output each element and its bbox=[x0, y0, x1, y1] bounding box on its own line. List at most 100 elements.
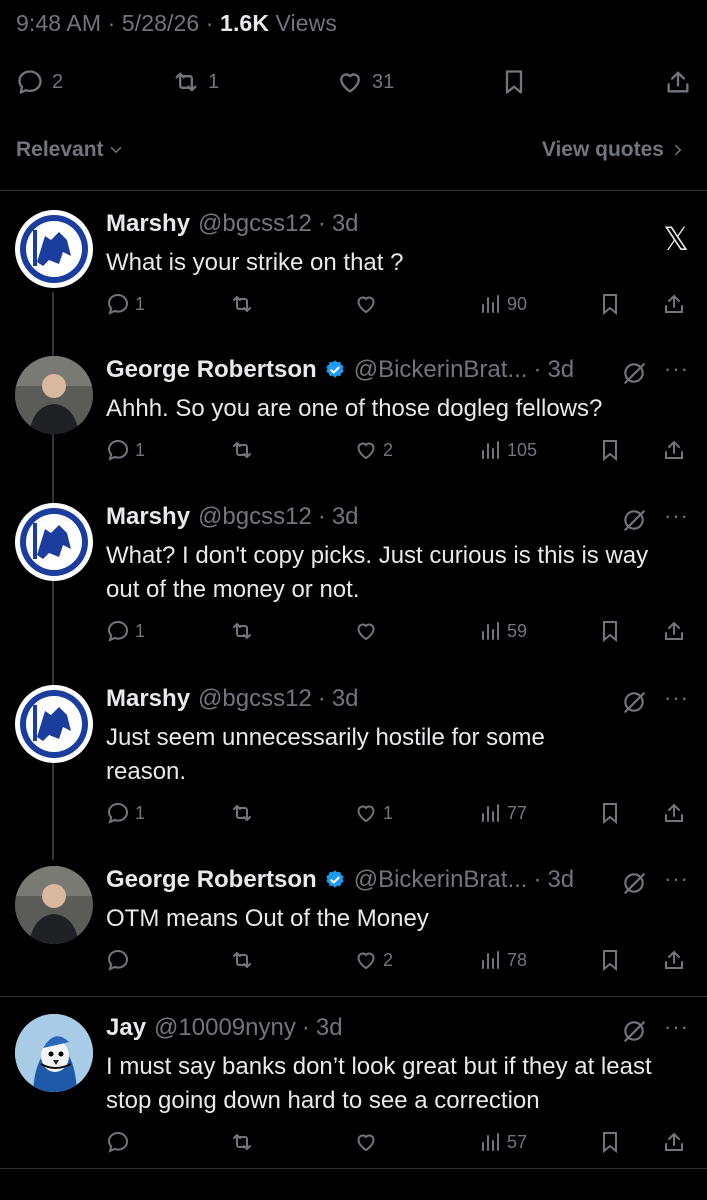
bookmark-button[interactable] bbox=[500, 62, 528, 102]
reply-text: I must say banks don’t look great but if… bbox=[106, 1053, 652, 1114]
view-count: 59 bbox=[507, 620, 528, 641]
like-button[interactable]: 1 bbox=[354, 797, 393, 829]
repost-button[interactable]: 1 bbox=[172, 62, 219, 102]
more-options-icon[interactable]: ··· bbox=[664, 356, 689, 382]
bookmark-button[interactable] bbox=[598, 944, 622, 976]
blue-jay-bird-icon bbox=[15, 1014, 93, 1092]
repost-button[interactable] bbox=[230, 434, 259, 466]
heart-icon bbox=[357, 952, 375, 970]
like-button[interactable]: 2 bbox=[354, 944, 393, 976]
reply-button[interactable]: 1 bbox=[106, 434, 145, 466]
grok-icon[interactable] bbox=[621, 507, 647, 533]
more-options-icon[interactable]: ··· bbox=[664, 503, 689, 529]
reply-icon bbox=[107, 620, 129, 642]
reply-icon bbox=[107, 293, 129, 315]
share-button[interactable] bbox=[664, 62, 692, 102]
like-button[interactable] bbox=[354, 288, 383, 320]
views-button[interactable]: 59 bbox=[478, 615, 527, 647]
reply-action-bar: 1 59 bbox=[106, 615, 696, 647]
reply-button[interactable] bbox=[106, 1126, 135, 1158]
user-handle[interactable]: @10009nyny bbox=[154, 1014, 296, 1042]
share-button[interactable] bbox=[662, 944, 686, 976]
sort-dropdown[interactable]: Relevant bbox=[16, 138, 125, 162]
like-button[interactable]: 31 bbox=[336, 62, 394, 102]
repost-button[interactable] bbox=[230, 797, 259, 829]
display-name[interactable]: George Robertson bbox=[106, 356, 317, 384]
reply-button[interactable]: 1 bbox=[106, 615, 145, 647]
grok-icon[interactable] bbox=[621, 689, 647, 715]
grok-icon[interactable] bbox=[621, 360, 647, 386]
more-options-icon[interactable]: ··· bbox=[664, 1014, 689, 1040]
avatar[interactable] bbox=[15, 1014, 93, 1092]
reply-action-bar: 2 78 bbox=[106, 944, 696, 976]
views-button[interactable]: 78 bbox=[478, 944, 527, 976]
avatar[interactable] bbox=[15, 356, 93, 434]
display-name[interactable]: Marshy bbox=[106, 503, 190, 531]
repost-button[interactable] bbox=[230, 615, 259, 647]
user-handle[interactable]: @bgcss12 bbox=[198, 503, 312, 531]
heart-icon bbox=[357, 623, 375, 641]
chelsea-crest-icon bbox=[20, 690, 88, 758]
bookmark-button[interactable] bbox=[598, 797, 622, 829]
view-count: 78 bbox=[507, 949, 528, 970]
views-button[interactable]: 90 bbox=[478, 288, 527, 320]
avatar[interactable] bbox=[15, 685, 93, 763]
user-handle[interactable]: @bgcss12 bbox=[198, 685, 312, 713]
user-handle[interactable]: @BickerinBrat... bbox=[354, 866, 528, 894]
views-button[interactable]: 57 bbox=[478, 1126, 527, 1158]
reply-text: What is your strike on that ? bbox=[106, 249, 404, 276]
share-icon bbox=[665, 621, 683, 640]
reply-button[interactable]: 2 bbox=[16, 62, 63, 102]
like-button[interactable]: 2 bbox=[354, 434, 393, 466]
display-name[interactable]: Jay bbox=[106, 1014, 146, 1042]
display-name[interactable]: George Robertson bbox=[106, 866, 317, 894]
share-button[interactable] bbox=[662, 615, 686, 647]
like-count: 1 bbox=[383, 802, 394, 823]
section-divider bbox=[0, 996, 707, 997]
repost-button[interactable] bbox=[230, 1126, 259, 1158]
chelsea-crest-icon bbox=[20, 508, 88, 576]
view-quotes-link[interactable]: View quotes bbox=[542, 138, 687, 162]
avatar[interactable] bbox=[15, 503, 93, 581]
avatar[interactable] bbox=[15, 210, 93, 288]
reply-time: 3d bbox=[547, 356, 575, 383]
views-button[interactable]: 77 bbox=[478, 797, 527, 829]
bookmark-button[interactable] bbox=[598, 1126, 622, 1158]
reply-header: Marshy @bgcss12 · 3d bbox=[106, 503, 359, 531]
display-name[interactable]: Marshy bbox=[106, 685, 190, 713]
like-button[interactable] bbox=[354, 1126, 383, 1158]
bookmark-icon bbox=[603, 950, 617, 972]
bookmark-button[interactable] bbox=[598, 615, 622, 647]
display-name[interactable]: Marshy bbox=[106, 210, 190, 238]
repost-icon bbox=[175, 72, 197, 92]
share-icon bbox=[667, 71, 689, 93]
more-options-icon[interactable]: ··· bbox=[664, 685, 689, 711]
repost-button[interactable] bbox=[230, 288, 259, 320]
reply-button[interactable] bbox=[106, 944, 135, 976]
avatar[interactable] bbox=[15, 866, 93, 944]
share-button[interactable] bbox=[662, 797, 686, 829]
views-button[interactable]: 105 bbox=[478, 434, 537, 466]
bookmark-button[interactable] bbox=[598, 288, 622, 320]
share-button[interactable] bbox=[662, 288, 686, 320]
reply-count: 2 bbox=[52, 70, 64, 93]
share-button[interactable] bbox=[662, 1126, 686, 1158]
x-logo-icon: 𝕏 bbox=[663, 220, 689, 258]
user-handle[interactable]: @BickerinBrat... bbox=[354, 356, 528, 384]
more-options-icon[interactable]: ··· bbox=[664, 866, 689, 892]
like-button[interactable] bbox=[354, 615, 383, 647]
share-icon bbox=[665, 1132, 683, 1151]
share-button[interactable] bbox=[662, 434, 686, 466]
grok-icon[interactable] bbox=[621, 1018, 647, 1044]
bookmark-button[interactable] bbox=[598, 434, 622, 466]
grok-icon[interactable] bbox=[621, 870, 647, 896]
reply-text: What? I don't copy picks. Just curious i… bbox=[106, 542, 649, 603]
reply-button[interactable]: 1 bbox=[106, 797, 145, 829]
user-handle[interactable]: @bgcss12 bbox=[198, 210, 312, 238]
repost-button[interactable] bbox=[230, 944, 259, 976]
reply-count: 1 bbox=[135, 439, 146, 460]
reply-button[interactable]: 1 bbox=[106, 288, 145, 320]
reply-action-bar: 1 1 77 bbox=[106, 797, 696, 829]
view-count: 90 bbox=[507, 293, 528, 314]
bookmark-icon bbox=[603, 803, 617, 825]
